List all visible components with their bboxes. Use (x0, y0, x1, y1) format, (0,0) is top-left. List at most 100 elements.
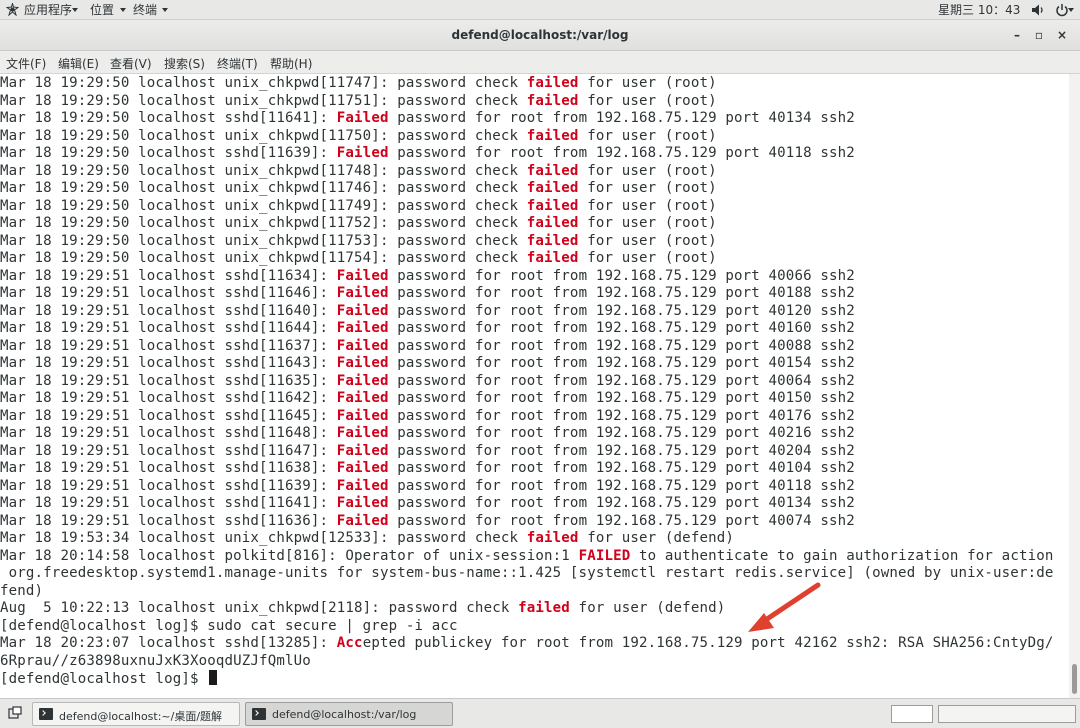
highlighted-match: failed (526, 162, 579, 179)
terminal-text: for user (root) (578, 92, 717, 109)
terminal-line: Mar 18 19:29:51 localhost sshd[11648]: F… (0, 425, 855, 443)
scrollbar-thumb[interactable] (1072, 664, 1077, 694)
terminal-line: 6Rprau//z63898uxnuJxK3XooqdUZJfQmlUo (0, 653, 311, 671)
highlighted-match: Failed (336, 460, 389, 476)
terminal-text: Mar 18 19:29:50 localhost unix_chkpwd[11… (0, 250, 527, 266)
terminal-line: Mar 18 19:29:51 localhost sshd[11634]: F… (0, 268, 855, 286)
terminal-line: Mar 18 19:29:50 localhost unix_chkpwd[11… (0, 163, 717, 181)
applications-icon[interactable] (6, 3, 19, 16)
minimize-button[interactable]: – (1008, 26, 1026, 44)
workspace-1[interactable] (891, 705, 933, 723)
highlighted-match: Acc (336, 635, 363, 651)
annotation-arrow-icon (748, 582, 821, 632)
terminal-text: password for root from 192.168.75.129 po… (388, 477, 855, 494)
terminal-text: Mar 18 19:29:51 localhost sshd[11636]: (0, 512, 337, 529)
terminal-line: Mar 18 19:29:51 localhost sshd[11637]: F… (0, 338, 855, 356)
terminal-text: Mar 18 19:29:51 localhost sshd[11643]: (0, 355, 337, 371)
close-button[interactable]: × (1053, 26, 1071, 44)
terminal-text: password for root from 192.168.75.129 po… (388, 512, 855, 529)
terminal-text: Mar 18 19:29:50 localhost unix_chkpwd[11… (0, 162, 527, 179)
menu-help[interactable]: 帮助(H) (270, 55, 312, 72)
terminal-line: Mar 18 19:29:51 localhost sshd[11636]: F… (0, 513, 855, 531)
show-desktop-icon[interactable] (8, 706, 22, 720)
highlighted-match: Failed (336, 320, 389, 336)
terminal-line: Mar 18 20:14:58 localhost polkitd[816]: … (0, 548, 1054, 566)
terminal-scrollbar[interactable] (1069, 74, 1080, 698)
menu-edit[interactable]: 编辑(E) (58, 55, 99, 72)
terminal-text: Mar 18 19:29:51 localhost sshd[11641]: (0, 495, 337, 511)
highlighted-match: Failed (336, 285, 389, 301)
terminal-text: password for root from 192.168.75.129 po… (388, 110, 855, 126)
terminal-text: org.freedesktop.systemd1.manage-units fo… (0, 565, 1054, 581)
workspace-2[interactable] (938, 705, 1076, 723)
terminal-line: Mar 18 19:29:51 localhost sshd[11644]: F… (0, 320, 855, 338)
terminal-text: for user (root) (578, 197, 717, 214)
terminal-line: Mar 18 19:29:50 localhost unix_chkpwd[11… (0, 75, 717, 93)
terminal-line: Mar 18 19:29:50 localhost unix_chkpwd[11… (0, 215, 717, 233)
terminal-text: password for root from 192.168.75.129 po… (388, 495, 855, 511)
terminal-text: Mar 18 20:14:58 localhost polkitd[816]: … (0, 547, 579, 564)
highlighted-match: Failed (336, 390, 389, 406)
terminal-text: for user (defend) (578, 530, 734, 546)
highlighted-match: Failed (336, 372, 389, 389)
terminal-text: 6Rprau//z63898uxnuJxK3XooqdUZJfQmlUo (0, 652, 311, 669)
terminal-line: Mar 18 19:29:51 localhost sshd[11647]: F… (0, 443, 855, 461)
terminal-text: password for root from 192.168.75.129 po… (388, 302, 855, 319)
terminal-text: Mar 18 19:29:51 localhost sshd[11646]: (0, 285, 337, 301)
terminal-text: for user (root) (578, 250, 717, 266)
taskbar-item-varlog-terminal[interactable]: defend@localhost:/var/log (245, 702, 453, 726)
terminal-text: Mar 18 19:29:51 localhost sshd[11645]: (0, 407, 337, 424)
terminal-text: password for root from 192.168.75.129 po… (388, 145, 855, 161)
highlighted-match: Failed (336, 110, 389, 126)
terminal-text: Mar 18 19:29:51 localhost sshd[11639]: (0, 477, 337, 494)
terminal-icon (252, 708, 266, 720)
top-panel: 应用程序 位置 终端 星期三 10：43 (0, 0, 1080, 20)
highlighted-match: failed (526, 530, 579, 546)
terminal-text: password for root from 192.168.75.129 po… (388, 460, 855, 476)
terminal-output[interactable]: Mar 18 19:29:50 localhost unix_chkpwd[11… (0, 74, 1069, 698)
places-menu[interactable]: 位置 (90, 2, 114, 18)
menu-file[interactable]: 文件(F) (6, 55, 46, 72)
terminal-text: password for root from 192.168.75.129 po… (388, 372, 855, 389)
terminal-text: Mar 18 19:29:51 localhost sshd[11648]: (0, 425, 337, 441)
maximize-button[interactable]: ▫ (1030, 26, 1048, 44)
terminal-line: Mar 18 19:29:51 localhost sshd[11641]: F… (0, 495, 855, 513)
menu-view[interactable]: 查看(V) (110, 55, 152, 72)
terminal-text: Mar 18 19:29:50 localhost unix_chkpwd[11… (0, 215, 527, 231)
terminal-text: Mar 18 20:23:07 localhost sshd[13285]: (0, 635, 337, 651)
terminal-cursor (209, 670, 218, 685)
highlighted-match: FAILED (578, 547, 631, 564)
terminal-text: for user (root) (578, 162, 717, 179)
terminal-text: Mar 18 19:29:51 localhost sshd[11634]: (0, 267, 337, 284)
taskbar-item-desktop-terminal[interactable]: defend@localhost:~/桌面/题解 (32, 702, 240, 726)
highlighted-match: Failed (336, 337, 389, 354)
clock[interactable]: 星期三 10：43 (938, 2, 1020, 18)
highlighted-match: failed (526, 127, 579, 144)
power-icon[interactable] (1055, 3, 1069, 17)
applications-menu[interactable]: 应用程序 (24, 2, 72, 18)
app-menu-terminal[interactable]: 终端 (133, 2, 157, 18)
highlighted-match: failed (526, 92, 579, 109)
menu-terminal[interactable]: 终端(T) (217, 55, 258, 72)
terminal-text: password for root from 192.168.75.129 po… (388, 320, 855, 336)
terminal-line: [defend@localhost log]$ (0, 670, 218, 688)
terminal-text: Mar 18 19:29:50 localhost unix_chkpwd[11… (0, 127, 527, 144)
highlighted-match: Failed (336, 425, 389, 441)
terminal-line: Mar 18 19:29:50 localhost sshd[11641]: F… (0, 110, 855, 128)
terminal-text: Mar 18 19:29:51 localhost sshd[11642]: (0, 390, 337, 406)
terminal-line: Mar 18 19:29:51 localhost sshd[11640]: F… (0, 303, 855, 321)
menu-bar: 文件(F) 编辑(E) 查看(V) 搜索(S) 终端(T) 帮助(H) (0, 51, 1080, 74)
terminal-text: for user (root) (578, 215, 717, 231)
terminal-text: for user (root) (578, 127, 717, 144)
highlighted-match: Failed (336, 512, 389, 529)
terminal-line: Mar 18 19:29:51 localhost sshd[11642]: F… (0, 390, 855, 408)
chevron-down-icon (1068, 8, 1074, 12)
highlighted-match: Failed (336, 407, 389, 424)
volume-icon[interactable] (1031, 3, 1045, 17)
terminal-line: Mar 18 19:29:51 localhost sshd[11645]: F… (0, 408, 855, 426)
highlighted-match: Failed (336, 267, 389, 284)
highlighted-match: failed (526, 250, 579, 266)
menu-search[interactable]: 搜索(S) (164, 55, 205, 72)
window-titlebar[interactable]: defend@localhost:/var/log – ▫ × (0, 20, 1080, 51)
terminal-text: password for root from 192.168.75.129 po… (388, 425, 855, 441)
